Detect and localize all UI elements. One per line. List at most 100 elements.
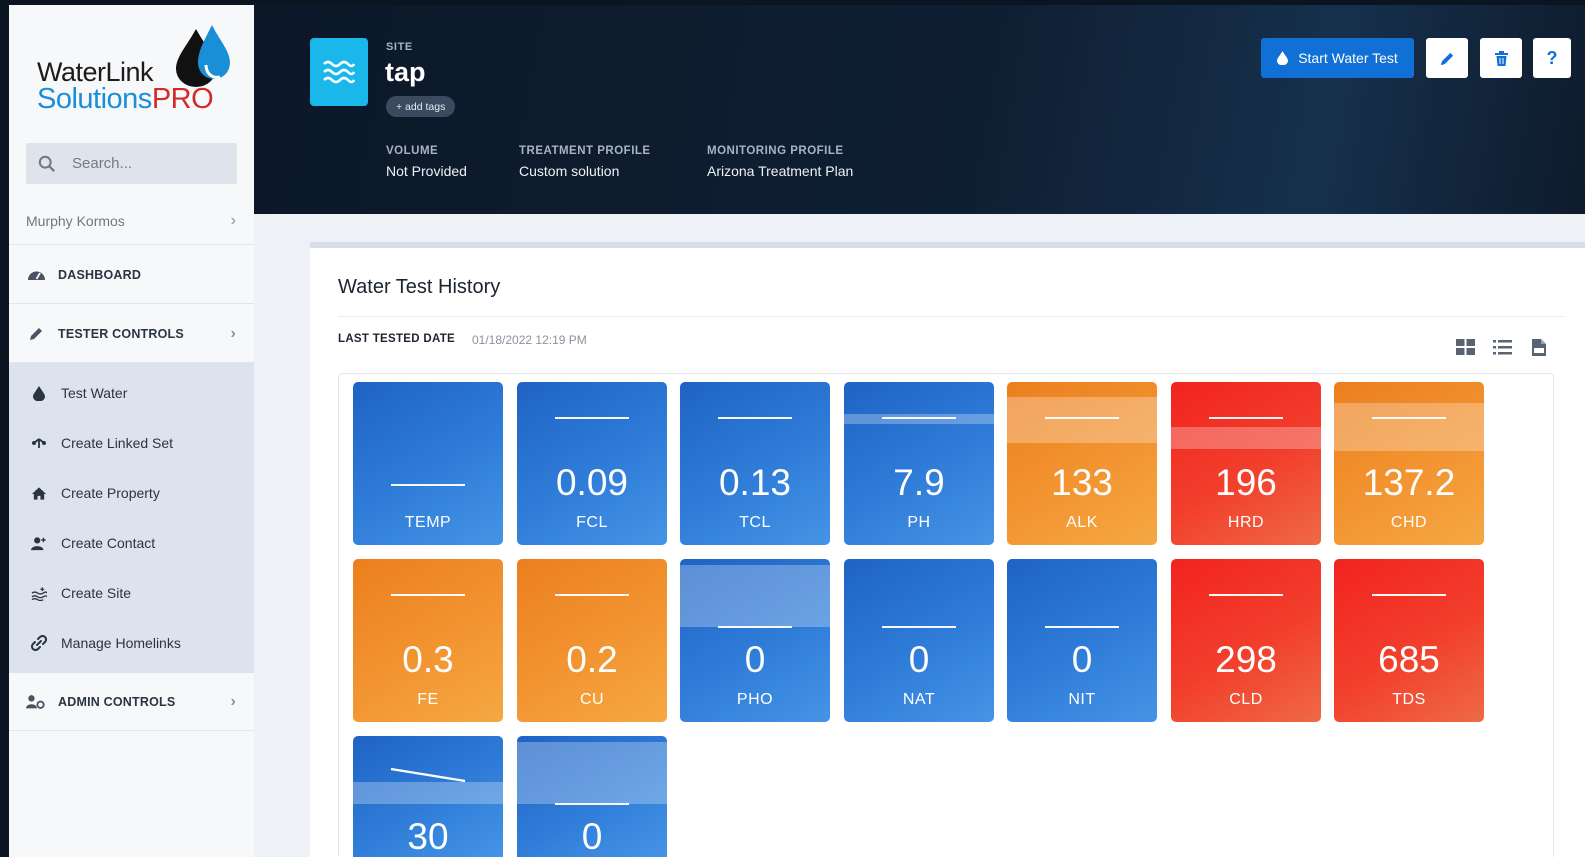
tile-partial-2[interactable]: 0 [517,736,667,857]
delete-button[interactable] [1480,38,1522,78]
pencil-icon [26,324,46,344]
tile-alk[interactable]: 133 ALK [1007,382,1157,545]
tile-value: 133 [1051,462,1113,503]
tile-hrd[interactable]: 196 HRD [1171,382,1321,545]
nav-dashboard[interactable]: DASHBOARD [9,246,254,304]
divider [338,316,1565,317]
tile-label: ALK [1066,514,1098,531]
admin-users-icon [26,692,46,712]
tile-value: 685 [1378,639,1440,680]
tile-ph[interactable]: 7.9 PH [844,382,994,545]
volume-label: VOLUME [386,145,439,157]
tile-nit[interactable]: 0 NIT [1007,559,1157,722]
tile-cld[interactable]: 298 CLD [1171,559,1321,722]
tile-value: 30 [407,816,449,857]
tile-bar [555,417,629,419]
treatment-profile-field: TREATMENT PROFILE Custom solution [519,145,651,179]
tile-bar [718,417,792,419]
sub-item-create-site[interactable]: Create Site [9,568,254,618]
nav-tester-controls-label: TESTER CONTROLS [58,326,184,341]
csv-export-icon[interactable] [1529,338,1549,356]
water-drop-icon [31,385,47,401]
tile-tds[interactable]: 685 TDS [1334,559,1484,722]
tile-label: TCL [739,514,771,531]
waterlink-logo[interactable]: WaterLink SolutionsPRO [37,25,237,120]
linked-set-icon [31,435,47,451]
tile-bar [1045,626,1119,628]
chevron-right-icon: › [230,211,236,229]
tile-bar [391,594,465,596]
start-water-test-label: Start Water Test [1298,50,1398,66]
user-name: Murphy Kormos [26,212,125,229]
tile-label: CU [579,691,605,708]
tile-label: PHO [736,691,774,708]
tile-value: 0 [1071,639,1093,680]
tile-partial-1[interactable]: 30 [353,736,503,857]
nav-admin-controls[interactable]: ADMIN CONTROLS › [9,673,254,731]
monitoring-profile-label: MONITORING PROFILE [707,145,844,157]
tile-range-band [517,742,667,804]
last-tested-value: 01/18/2022 12:19 PM [472,333,587,347]
tile-value: 0 [744,639,766,680]
sub-item-test-water[interactable]: Test Water [9,368,254,418]
tile-bar [882,417,956,419]
list-view-icon[interactable] [1492,338,1512,356]
tile-temp[interactable]: TEMP [353,382,503,545]
logo-line2: SolutionsPRO [37,83,214,115]
tile-fcl[interactable]: 0.09 FCL [517,382,667,545]
tile-label: NIT [1068,691,1096,708]
tile-nat[interactable]: 0 NAT [844,559,994,722]
nav-tester-controls[interactable]: TESTER CONTROLS › [9,305,254,363]
site-label: SITE [386,41,413,53]
tile-value: 0.3 [402,639,454,680]
sub-item-label: Create Property [61,485,160,501]
help-button[interactable]: ? [1533,38,1571,78]
dashboard-gauge-icon [26,265,46,285]
chevron-right-icon: › [230,324,236,342]
tile-pho[interactable]: 0 PHO [680,559,830,722]
trash-icon [1494,50,1508,66]
tile-bar [1209,594,1283,596]
add-contact-icon [31,535,47,551]
add-tags-button[interactable]: + add tags [386,96,456,117]
grid-view-icon[interactable] [1455,338,1475,356]
tile-label: FE [417,691,439,708]
water-drop-icon [1277,51,1289,65]
tile-bar [1209,417,1283,419]
tile-value: 7.9 [893,462,945,503]
tile-tcl[interactable]: 0.13 TCL [680,382,830,545]
edit-button[interactable] [1426,38,1468,78]
tile-value: 137.2 [1362,462,1456,503]
tile-cu[interactable]: 0.2 CU [517,559,667,722]
tile-value: 0.09 [555,462,628,503]
sub-item-label: Manage Homelinks [61,635,181,651]
sub-item-create-linked-set[interactable]: Create Linked Set [9,418,254,468]
tile-trend-line [390,767,466,783]
monitoring-profile-value: Arizona Treatment Plan [707,163,854,179]
nav-admin-controls-label: ADMIN CONTROLS [58,694,176,709]
sub-item-label: Test Water [61,385,128,401]
tile-label: NAT [902,691,936,708]
tile-chd[interactable]: 137.2 CHD [1334,382,1484,545]
sub-item-label: Create Linked Set [61,435,174,451]
view-toggle [1455,338,1549,356]
search-input[interactable] [72,155,222,172]
tile-label: FCL [576,514,608,531]
tile-fe[interactable]: 0.3 FE [353,559,503,722]
sub-item-create-property[interactable]: Create Property [9,468,254,518]
tile-value: 0.13 [718,462,791,503]
tester-controls-submenu: Test Water Create Linked Set Create Prop… [9,363,254,673]
user-menu[interactable]: Murphy Kormos › [9,197,254,245]
sub-item-manage-homelinks[interactable]: Manage Homelinks [9,618,254,668]
tile-bar [882,626,956,628]
tile-label: TDS [1392,691,1426,708]
tile-bar [1372,417,1446,419]
tile-bar [555,803,629,805]
search-box[interactable] [26,143,237,184]
start-water-test-button[interactable]: Start Water Test [1261,38,1414,78]
sub-item-create-contact[interactable]: Create Contact [9,518,254,568]
tile-label: TEMP [404,514,452,531]
tile-label: CLD [1229,691,1263,708]
home-icon [31,485,47,501]
treatment-profile-value: Custom solution [519,163,620,179]
